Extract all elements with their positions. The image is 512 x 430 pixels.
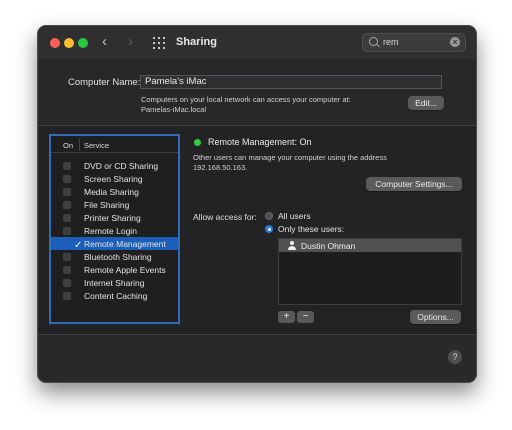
service-list-header: On Service [51, 136, 178, 153]
show-all-grid-icon[interactable] [153, 37, 165, 49]
computer-name-section: Computer Name: Pamela's iMac Computers o… [38, 59, 476, 126]
service-row[interactable]: Internet Sharing [51, 276, 178, 289]
service-checkbox[interactable]: ✓ [63, 240, 82, 251]
service-checkbox[interactable] [63, 174, 71, 183]
computer-name-field[interactable]: Pamela's iMac [140, 75, 442, 89]
allow-access-label: Allow access for: [193, 212, 257, 222]
search-icon [369, 37, 378, 46]
service-row[interactable]: Content Caching [51, 289, 178, 302]
clear-search-icon[interactable]: × [450, 37, 460, 47]
service-label: Printer Sharing [84, 212, 141, 223]
service-label: Media Sharing [84, 186, 139, 197]
back-chevron-icon[interactable]: ‹ [102, 33, 107, 51]
service-row[interactable]: Remote Apple Events [51, 263, 178, 276]
service-label: File Sharing [84, 199, 130, 210]
only-these-users-radio[interactable] [265, 225, 273, 233]
window-title: Sharing [176, 36, 217, 48]
service-checkbox[interactable] [63, 187, 71, 196]
service-row[interactable]: ✓ Remote Management [51, 237, 178, 251]
service-checkbox[interactable] [63, 278, 71, 287]
service-row[interactable]: Media Sharing [51, 185, 178, 198]
column-header-on[interactable]: On [63, 141, 73, 150]
minimize-window-button[interactable] [64, 38, 74, 48]
title-bar: ‹ › Sharing rem × [38, 26, 476, 59]
service-list: On Service DVD or CD Sharing Screen Shari… [49, 134, 180, 324]
service-row[interactable]: DVD or CD Sharing [51, 159, 178, 172]
service-checkbox[interactable] [63, 252, 71, 261]
forward-chevron-icon[interactable]: › [128, 33, 133, 51]
search-field[interactable]: rem × [362, 33, 466, 52]
service-label: Internet Sharing [84, 277, 145, 288]
service-label: Content Caching [84, 290, 148, 301]
service-checkbox[interactable] [63, 291, 71, 300]
service-checkbox[interactable] [63, 200, 71, 209]
allowed-users-list[interactable]: Dustin Ohman [278, 238, 462, 305]
service-label: DVD or CD Sharing [84, 160, 159, 171]
service-checkbox[interactable] [63, 213, 71, 222]
service-checkbox[interactable] [63, 161, 71, 170]
column-header-service[interactable]: Service [84, 141, 109, 150]
service-row[interactable]: File Sharing [51, 198, 178, 211]
user-name: Dustin Ohman [301, 241, 356, 251]
service-label: Remote Login [84, 225, 137, 236]
management-ip-address: 192.168.50.163. [193, 163, 248, 172]
remove-user-button[interactable]: − [297, 311, 314, 323]
options-button[interactable]: Options... [410, 310, 461, 324]
service-row[interactable]: Remote Login [51, 224, 178, 237]
service-checkbox[interactable] [63, 226, 71, 235]
close-window-button[interactable] [50, 38, 60, 48]
management-info: Other users can manage your computer usi… [193, 153, 443, 173]
network-address-description: Computers on your local network can acce… [141, 95, 351, 115]
sharing-window: ‹ › Sharing rem × Computer Name: Pamela'… [37, 25, 477, 383]
service-row[interactable]: Bluetooth Sharing [51, 250, 178, 263]
service-checkbox[interactable] [63, 265, 71, 274]
computer-name-label: Computer Name: [68, 77, 141, 88]
all-users-label[interactable]: All users [278, 211, 311, 221]
service-row[interactable]: Screen Sharing [51, 172, 178, 185]
service-label: Remote Management [84, 238, 166, 249]
service-status: Remote Management: On [208, 137, 312, 147]
management-info-text: Other users can manage your computer usi… [193, 153, 387, 162]
user-icon [287, 241, 296, 250]
add-user-button[interactable]: + [278, 311, 295, 323]
zoom-window-button[interactable] [78, 38, 88, 48]
column-divider [79, 138, 80, 151]
help-icon[interactable]: ? [448, 350, 462, 364]
local-hostname: Pamelas-iMac.local [141, 105, 207, 114]
search-input-value[interactable]: rem [383, 37, 399, 47]
edit-hostname-button[interactable]: Edit... [408, 96, 444, 110]
bottom-bar: ? [38, 334, 476, 382]
service-label: Remote Apple Events [84, 264, 166, 275]
service-label: Bluetooth Sharing [84, 251, 152, 262]
status-indicator-dot [194, 139, 201, 146]
only-these-users-label[interactable]: Only these users: [278, 224, 344, 234]
network-address-text: Computers on your local network can acce… [141, 95, 351, 104]
service-row[interactable]: Printer Sharing [51, 211, 178, 224]
computer-settings-button[interactable]: Computer Settings... [366, 177, 462, 191]
service-label: Screen Sharing [84, 173, 143, 184]
all-users-radio[interactable] [265, 212, 273, 220]
user-row[interactable]: Dustin Ohman [279, 239, 461, 252]
